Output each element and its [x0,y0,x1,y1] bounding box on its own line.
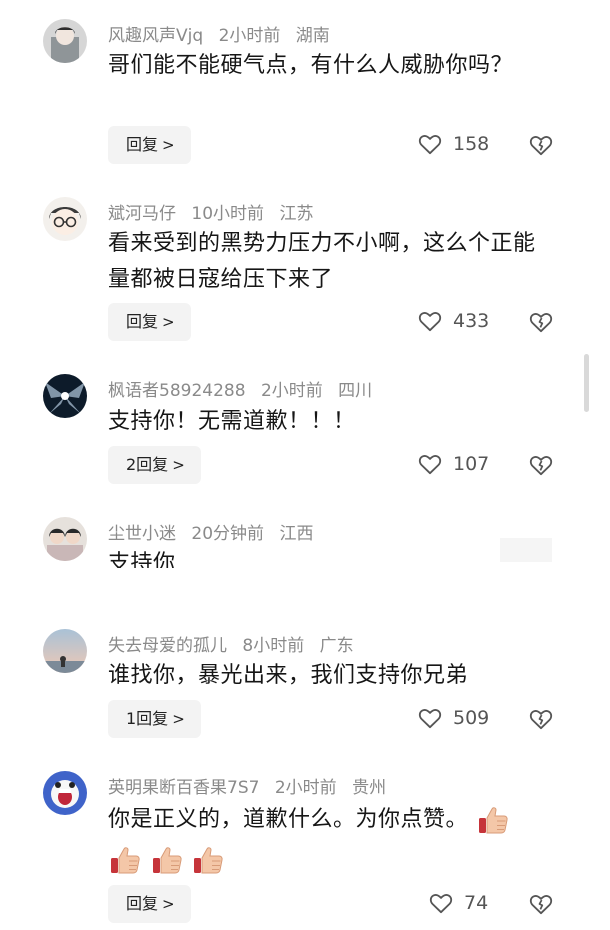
heart-outline-icon [417,308,443,334]
comment-text: 哥们能不能硬气点，有什么人威胁你吗？ [108,53,514,78]
comment-time: 2小时前 [218,26,281,46]
comment-text: 支持你！无需道歉！！！ [108,409,356,434]
thumbs-up-emoji [108,843,142,877]
avatar[interactable] [43,629,87,673]
reply-label: 回复 [126,312,159,331]
like-button[interactable]: 509 [417,705,489,731]
reply-label: 回复 [126,894,159,913]
like-count: 433 [453,310,490,332]
chevron-right-icon: > [172,456,185,474]
reply-label: 回复 [126,135,159,154]
comment-text: 看来受到的黑势力压力不小啊，这么个正能量都被日寇给压下来了 [108,231,536,292]
like-count: 509 [453,707,490,729]
comment-text: 你是正义的，道歉什么。为你点赞。 [108,800,548,880]
thumbs-up-emoji [476,803,510,837]
comment-location: 江苏 [279,204,314,224]
comment-time: 20分钟前 [191,524,265,544]
username[interactable]: 失去母爱的孤儿 [108,636,227,656]
broken-heart-icon[interactable] [528,132,554,158]
comment-location: 湖南 [295,26,330,46]
comment-body: 你是正义的，道歉什么。为你点赞。 [108,807,469,832]
like-count: 107 [453,453,490,475]
comment-location: 贵州 [352,778,387,798]
scrollbar[interactable] [584,354,589,412]
chevron-right-icon: > [162,895,175,913]
broken-heart-icon[interactable] [528,891,554,917]
heart-outline-icon [417,131,443,157]
reply-button[interactable]: 回复 > [108,126,191,164]
broken-heart-icon[interactable] [528,706,554,732]
username[interactable]: 风趣风声Vjq [108,26,203,46]
heart-outline-icon [417,451,443,477]
heart-outline-icon [417,705,443,731]
placeholder-block [500,538,552,562]
reply-label: 2回复 [126,455,169,474]
like-button[interactable]: 74 [428,890,488,916]
like-button[interactable]: 433 [417,308,489,334]
chevron-right-icon: > [162,313,175,331]
comment-location: 广东 [319,636,354,656]
username[interactable]: 斌河马仔 [108,204,176,224]
chevron-right-icon: > [162,136,175,154]
cut-overlay [0,568,610,618]
like-count: 158 [453,133,490,155]
avatar[interactable] [43,771,87,815]
reply-label: 1回复 [126,709,169,728]
username[interactable]: 枫语者58924288 [108,381,246,401]
thumbs-up-emoji [191,843,225,877]
reply-button[interactable]: 回复 > [108,885,191,923]
avatar[interactable] [43,517,87,561]
broken-heart-icon[interactable] [528,452,554,478]
comment-time: 10小时前 [191,204,265,224]
comment-time: 2小时前 [274,778,337,798]
broken-heart-icon[interactable] [528,309,554,335]
reply-button[interactable]: 回复 > [108,303,191,341]
heart-outline-icon [428,890,454,916]
avatar[interactable] [43,197,87,241]
comment-location: 四川 [338,381,373,401]
like-button[interactable]: 107 [417,451,489,477]
username[interactable]: 英明果断百香果7S7 [108,778,259,798]
comment-location: 江西 [279,524,314,544]
like-count: 74 [464,892,489,914]
thumbs-up-emoji [150,843,184,877]
reply-button[interactable]: 1回复 > [108,700,201,738]
avatar[interactable] [43,374,87,418]
comment-time: 8小时前 [242,636,305,656]
username[interactable]: 尘世小迷 [108,524,176,544]
reply-button[interactable]: 2回复 > [108,446,201,484]
comment-text: 谁找你，暴光出来，我们支持你兄弟 [108,663,469,688]
like-button[interactable]: 158 [417,131,489,157]
chevron-right-icon: > [172,710,185,728]
avatar[interactable] [43,19,87,63]
comment-time: 2小时前 [260,381,323,401]
